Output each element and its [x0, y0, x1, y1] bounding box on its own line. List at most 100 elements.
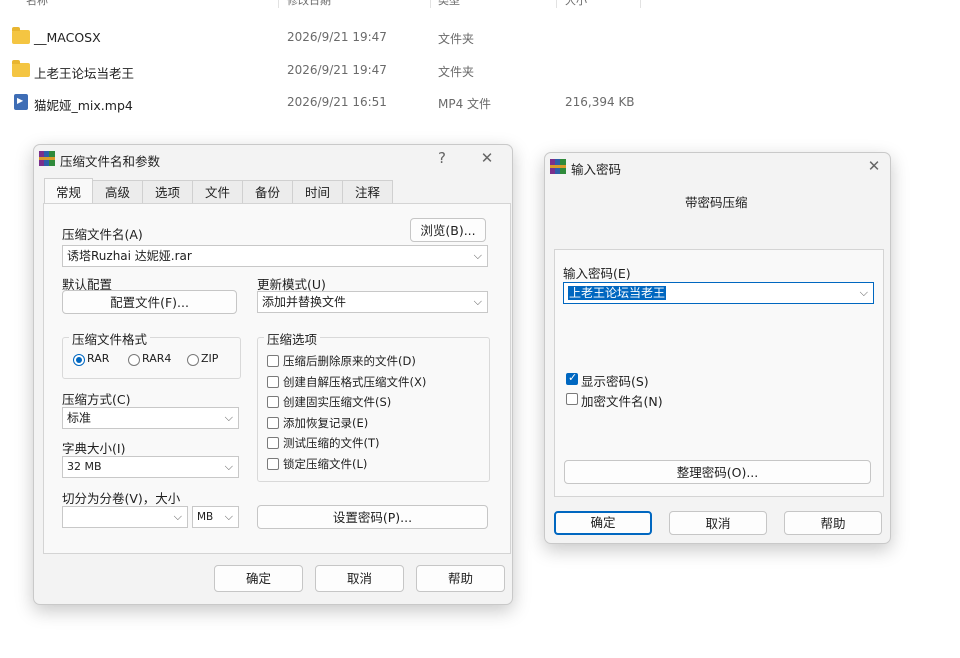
tab-advanced[interactable]: 高级 — [92, 180, 143, 204]
password-dialog-titlebar[interactable]: 输入密码 ✕ — [545, 153, 890, 181]
checkbox-delete-after[interactable] — [267, 355, 279, 367]
file-name: 猫妮娅_mix.mp4 — [34, 98, 133, 113]
help-icon[interactable]: ? — [431, 148, 453, 168]
archive-format-title: 压缩文件格式 — [69, 329, 151, 348]
organize-passwords-button[interactable]: 整理密码(O)... — [564, 460, 871, 484]
split-size-input[interactable]: ⌵ — [62, 506, 188, 528]
folder-icon — [12, 27, 30, 44]
radio-zip-label: ZIP — [201, 352, 219, 365]
set-password-button[interactable]: 设置密码(P)... — [257, 505, 488, 529]
checkbox-recovery-record[interactable] — [267, 417, 279, 429]
chevron-down-icon: ⌵ — [224, 460, 233, 473]
column-header-date[interactable]: 修改日期 — [287, 0, 331, 8]
checkbox-lock-label: 锁定压缩文件(L) — [283, 457, 368, 471]
browse-button[interactable]: 浏览(B)... — [410, 218, 486, 242]
dict-size-select[interactable]: 32 MB ⌵ — [62, 456, 239, 478]
chevron-down-icon[interactable]: ⌵ — [474, 246, 482, 266]
column-divider[interactable] — [278, 0, 279, 8]
password-value: 上老王论坛当老王 — [568, 286, 667, 300]
tab-backup[interactable]: 备份 — [242, 180, 293, 204]
archive-name-value: 诱塔Ruzhai 达妮娅.rar — [67, 249, 192, 263]
archive-format-group: 压缩文件格式 RAR RAR4 ZIP — [62, 329, 241, 379]
chevron-down-icon: ⌵ — [224, 510, 233, 523]
archive-name-field[interactable]: 诱塔Ruzhai 达妮娅.rar ⌵ — [62, 245, 488, 267]
update-mode-select[interactable]: 添加并替换文件 ⌵ — [257, 291, 488, 313]
checkbox-solid-label: 创建固实压缩文件(S) — [283, 395, 392, 409]
checkbox-sfx-label: 创建自解压格式压缩文件(X) — [283, 375, 427, 389]
column-divider[interactable] — [640, 0, 641, 8]
ok-button[interactable]: 确定 — [214, 565, 303, 592]
compression-options-group: 压缩选项 压缩后删除原来的文件(D) 创建自解压格式压缩文件(X) 创建固实压缩… — [257, 329, 490, 482]
close-icon[interactable]: ✕ — [863, 156, 885, 176]
radio-rar4-label: RAR4 — [142, 352, 172, 365]
cancel-button[interactable]: 取消 — [669, 511, 767, 535]
chevron-down-icon[interactable]: ⌵ — [860, 283, 868, 303]
winrar-icon — [550, 159, 566, 174]
checkbox-test[interactable] — [267, 437, 279, 449]
file-row-mp4[interactable]: 猫妮娅_mix.mp4 2026/9/21 16:51 MP4 文件 216,3… — [0, 91, 700, 115]
chevron-down-icon: ⌵ — [173, 510, 182, 523]
archive-dialog-titlebar[interactable]: 压缩文件名和参数 ? ✕ — [34, 145, 512, 173]
column-header-size[interactable]: 大小 — [565, 0, 587, 8]
method-select[interactable]: 标准 ⌵ — [62, 407, 239, 429]
tab-time[interactable]: 时间 — [292, 180, 343, 204]
file-list-header: 名称 修改日期 类型 大小 — [0, 0, 700, 10]
file-name: 上老王论坛当老王 — [34, 66, 135, 81]
ok-button[interactable]: 确定 — [554, 511, 652, 535]
archive-dialog: 压缩文件名和参数 ? ✕ 常规 高级 选项 文件 备份 时间 注释 压缩文件名(… — [33, 144, 513, 605]
radio-zip[interactable] — [187, 354, 199, 366]
general-tab-panel: 压缩文件名(A) 浏览(B)... 诱塔Ruzhai 达妮娅.rar ⌵ 默认配… — [43, 203, 511, 554]
chevron-down-icon: ⌵ — [224, 411, 233, 424]
method-value: 标准 — [67, 411, 92, 425]
radio-rar[interactable] — [73, 354, 85, 366]
cancel-button[interactable]: 取消 — [315, 565, 404, 592]
help-button[interactable]: 帮助 — [416, 565, 505, 592]
file-row-folder[interactable]: 上老王论坛当老王 2026/9/21 19:47 文件夹 — [0, 59, 700, 83]
compression-options-title: 压缩选项 — [264, 329, 321, 348]
close-icon[interactable]: ✕ — [476, 148, 498, 168]
password-panel: 输入密码(E) 上老王论坛当老王 ⌵ 显示密码(S) 加密文件名(N) 整理密码… — [554, 249, 884, 497]
checkbox-test-label: 测试压缩的文件(T) — [283, 436, 380, 450]
checkbox-show-password[interactable] — [566, 371, 578, 385]
column-header-type[interactable]: 类型 — [438, 0, 460, 8]
password-dialog: 输入密码 ✕ 带密码压缩 输入密码(E) 上老王论坛当老王 ⌵ 显示密码(S) … — [544, 152, 891, 544]
tab-files[interactable]: 文件 — [192, 180, 243, 204]
video-file-icon — [14, 94, 28, 110]
method-label: 压缩方式(C) — [62, 392, 131, 407]
checkbox-recovery-record-label: 添加恢复记录(E) — [283, 416, 369, 430]
split-unit-value: MB — [197, 511, 214, 523]
dict-size-value: 32 MB — [67, 460, 102, 473]
checkbox-solid[interactable] — [267, 396, 279, 408]
archive-name-label: 压缩文件名(A) — [62, 227, 143, 242]
column-divider[interactable] — [556, 0, 557, 8]
update-mode-value: 添加并替换文件 — [262, 295, 347, 309]
password-input[interactable]: 上老王论坛当老王 ⌵ — [563, 282, 874, 304]
tab-comment[interactable]: 注释 — [342, 180, 393, 204]
password-dialog-title: 输入密码 — [571, 162, 622, 177]
file-type: 文件夹 — [438, 32, 475, 46]
split-unit-select[interactable]: MB ⌵ — [192, 506, 239, 528]
file-row-macosx[interactable]: __MACOSX 2026/9/21 19:47 文件夹 — [0, 26, 700, 50]
file-name: __MACOSX — [34, 30, 101, 45]
dict-size-label: 字典大小(I) — [62, 441, 126, 456]
checkbox-encrypt-filenames[interactable] — [566, 393, 578, 405]
help-button[interactable]: 帮助 — [784, 511, 882, 535]
split-volume-label: 切分为分卷(V)，大小 — [62, 491, 181, 506]
checkbox-sfx[interactable] — [267, 376, 279, 388]
profiles-button[interactable]: 配置文件(F)... — [62, 290, 237, 314]
folder-icon — [12, 60, 30, 77]
tab-options[interactable]: 选项 — [142, 180, 193, 204]
encrypt-filenames-label: 加密文件名(N) — [581, 394, 663, 409]
file-size: 216,394 KB — [565, 95, 635, 109]
column-divider[interactable] — [430, 0, 431, 8]
tab-general[interactable]: 常规 — [44, 178, 93, 204]
winrar-icon — [39, 151, 55, 166]
password-heading: 带密码压缩 — [685, 195, 748, 210]
checkbox-delete-after-label: 压缩后删除原来的文件(D) — [283, 354, 416, 368]
file-date: 2026/9/21 19:47 — [287, 63, 387, 77]
column-header-name[interactable]: 名称 — [26, 0, 48, 8]
radio-rar4[interactable] — [128, 354, 140, 366]
password-label: 输入密码(E) — [563, 266, 631, 281]
file-type: MP4 文件 — [438, 97, 492, 111]
checkbox-lock[interactable] — [267, 458, 279, 470]
